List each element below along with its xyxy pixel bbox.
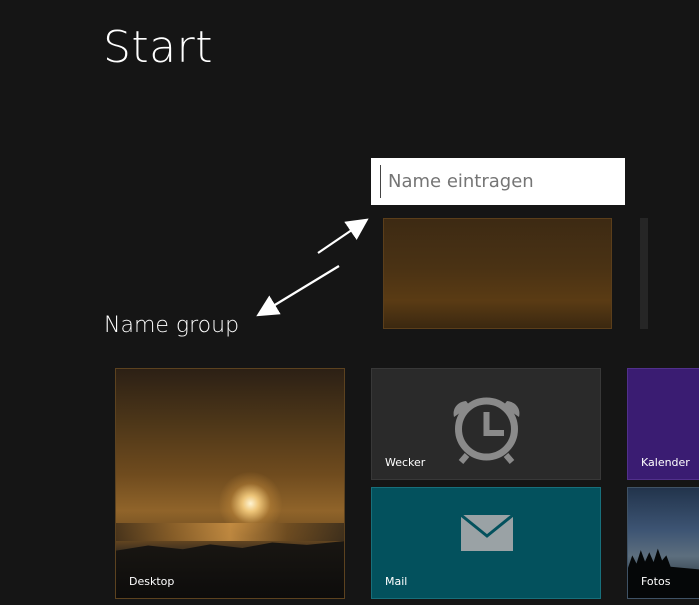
wecker-tile[interactable]: Wecker [371,368,601,480]
alarm-clock-icon [453,397,520,464]
kalender-tile-label: Kalender [641,456,690,469]
group-preview-side-strip [640,218,648,329]
group-name-editor[interactable] [371,158,625,205]
group-name-input[interactable] [379,165,617,198]
mail-tile-label: Mail [385,575,408,588]
group-preview-tile[interactable] [383,218,612,329]
mail-icon [460,514,514,551]
desktop-tile[interactable]: Desktop [115,368,345,599]
wecker-tile-label: Wecker [385,456,426,469]
arrow-to-input [317,218,369,254]
start-title: Start [103,22,213,73]
windows-start-screen: Start Name group Desktop Wecke [0,0,699,605]
forest-silhouette [628,548,699,598]
fotos-tile[interactable]: Fotos [627,487,699,599]
mail-tile[interactable]: Mail [371,487,601,599]
sunset-water-reflection [116,523,344,541]
group-label: Name group [104,313,240,338]
kalender-tile[interactable]: Kalender [627,368,699,480]
fotos-tile-label: Fotos [641,575,671,588]
arrow-to-group-label [256,265,340,317]
desktop-tile-label: Desktop [129,575,175,588]
